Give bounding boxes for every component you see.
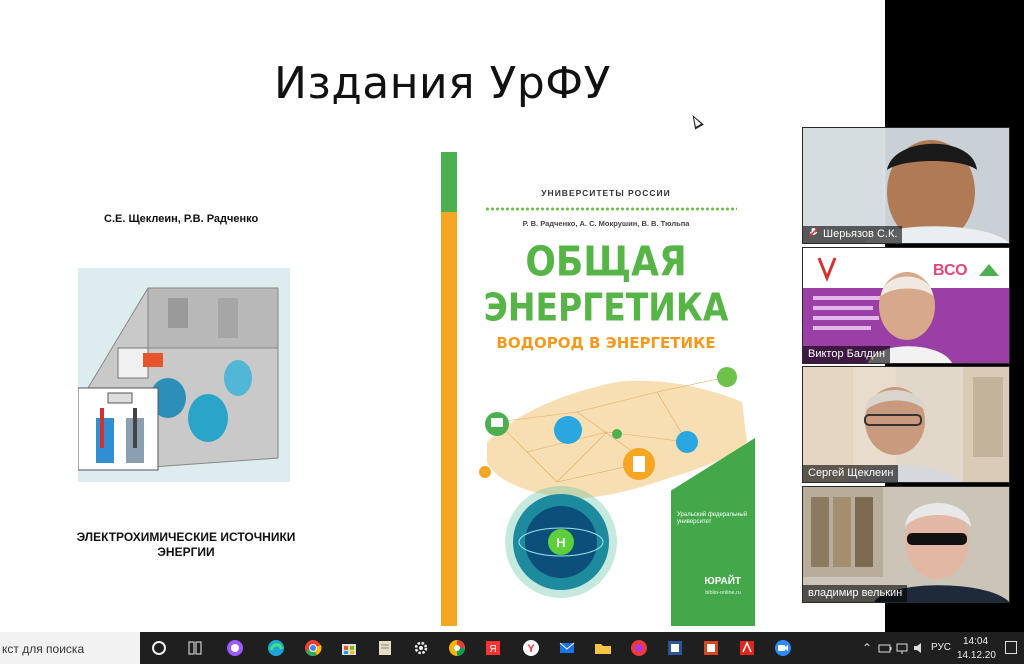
book2-series: УНИВЕРСИТЕТЫ РОССИИ	[541, 188, 671, 198]
book1-authors: С.Е. Щеклеин, Р.В. Радченко	[104, 213, 259, 225]
book2-title-line1: ОБЩАЯ	[525, 238, 687, 287]
acrobat-icon[interactable]	[738, 639, 756, 657]
taskbar: кст для поиска Я Y ⌃ РУС 14:04 14.12.20	[0, 632, 1024, 664]
tray-overflow-icon[interactable]: ⌃	[862, 641, 872, 655]
cortana-icon[interactable]	[186, 639, 204, 657]
video-tile-participant-1[interactable]: Шерьязов С.К.	[802, 127, 1010, 244]
battery-icon[interactable]	[878, 641, 892, 655]
svg-text:Я: Я	[489, 644, 496, 655]
video-tile-participant-4[interactable]: владимир велькин	[802, 486, 1010, 603]
book2-university: Уральский федеральный университет	[677, 512, 748, 525]
participant-name-4: владимир велькин	[803, 585, 908, 602]
clock-time[interactable]: 14:04	[963, 636, 988, 647]
book1-title-line2: ЭНЕРГИИ	[157, 545, 215, 559]
book1-title: ЭЛЕКТРОХИМИЧЕСКИЕ ИСТОЧНИКИ ЭНЕРГИИ	[40, 530, 332, 560]
book2-cover: УНИВЕРСИТЕТЫ РОССИИ Р. В. Радченко, А. С…	[441, 152, 755, 626]
slide-title: Издания УрФУ	[274, 58, 611, 109]
atom-label: H	[556, 535, 565, 550]
settings-icon[interactable]	[412, 639, 430, 657]
video-tile-participant-2[interactable]: ВСО Виктор Балдин	[802, 247, 1010, 364]
word-icon[interactable]	[666, 639, 684, 657]
mouse-cursor-icon	[688, 112, 704, 130]
tile2-logo: ВСО	[933, 262, 968, 279]
language-indicator[interactable]: РУС	[931, 642, 951, 653]
yandex-browser-icon[interactable]: Y	[522, 639, 540, 657]
store-icon[interactable]	[340, 639, 358, 657]
book1-title-line1: ЭЛЕКТРОХИМИЧЕСКИЕ ИСТОЧНИКИ	[76, 530, 296, 544]
vivaldi-icon[interactable]	[630, 639, 648, 657]
picasa-icon[interactable]	[448, 639, 466, 657]
power-plant-illustration	[78, 268, 290, 482]
network-icon[interactable]	[895, 641, 909, 655]
yandex-icon[interactable]: Я	[484, 639, 502, 657]
cover-spine-stripe	[441, 152, 457, 626]
shared-slide: Издания УрФУ С.Е. Щеклеин, Р.В. Радченко…	[0, 0, 885, 632]
book2-site: biblio-online.ru	[705, 590, 741, 596]
book2-authors: Р. В. Радченко, А. С. Мокрушин, В. В. Тю…	[522, 219, 690, 228]
book2-title-line2: ЭНЕРГЕТИКА	[483, 285, 729, 330]
participant-name-2: Виктор Балдин	[803, 346, 891, 363]
powerpoint-icon[interactable]	[702, 639, 720, 657]
video-tile-participant-3[interactable]: Сергей Щеклеин	[802, 366, 1010, 483]
screen: Издания УрФУ С.Е. Щеклеин, Р.В. Радченко…	[0, 0, 1024, 664]
task-view-icon[interactable]	[150, 639, 168, 657]
clock-date[interactable]: 14.12.20	[957, 650, 996, 661]
taskbar-search-box[interactable]: кст для поиска	[0, 632, 140, 664]
notification-icon[interactable]	[1005, 641, 1017, 654]
cover-dots-divider	[485, 207, 737, 211]
chrome-icon[interactable]	[304, 639, 322, 657]
search-placeholder: кст для поиска	[2, 642, 85, 656]
edge-icon[interactable]	[267, 639, 285, 657]
book2-subtitle: ВОДОРОД В ЭНЕРГЕТИКЕ	[496, 334, 716, 352]
participant-name-3: Сергей Щеклеин	[803, 465, 899, 482]
volume-icon[interactable]	[912, 641, 926, 655]
alice-icon[interactable]	[226, 639, 244, 657]
book2-publisher: ЮРАЙТ	[704, 576, 741, 587]
mail-icon[interactable]	[558, 639, 576, 657]
zoom-icon[interactable]	[774, 639, 792, 657]
svg-text:Y: Y	[527, 643, 535, 655]
participant-name-1: Шерьязов С.К.	[803, 226, 903, 243]
muted-mic-icon	[808, 227, 819, 238]
notepad-icon[interactable]	[376, 639, 394, 657]
explorer-icon[interactable]	[594, 639, 612, 657]
